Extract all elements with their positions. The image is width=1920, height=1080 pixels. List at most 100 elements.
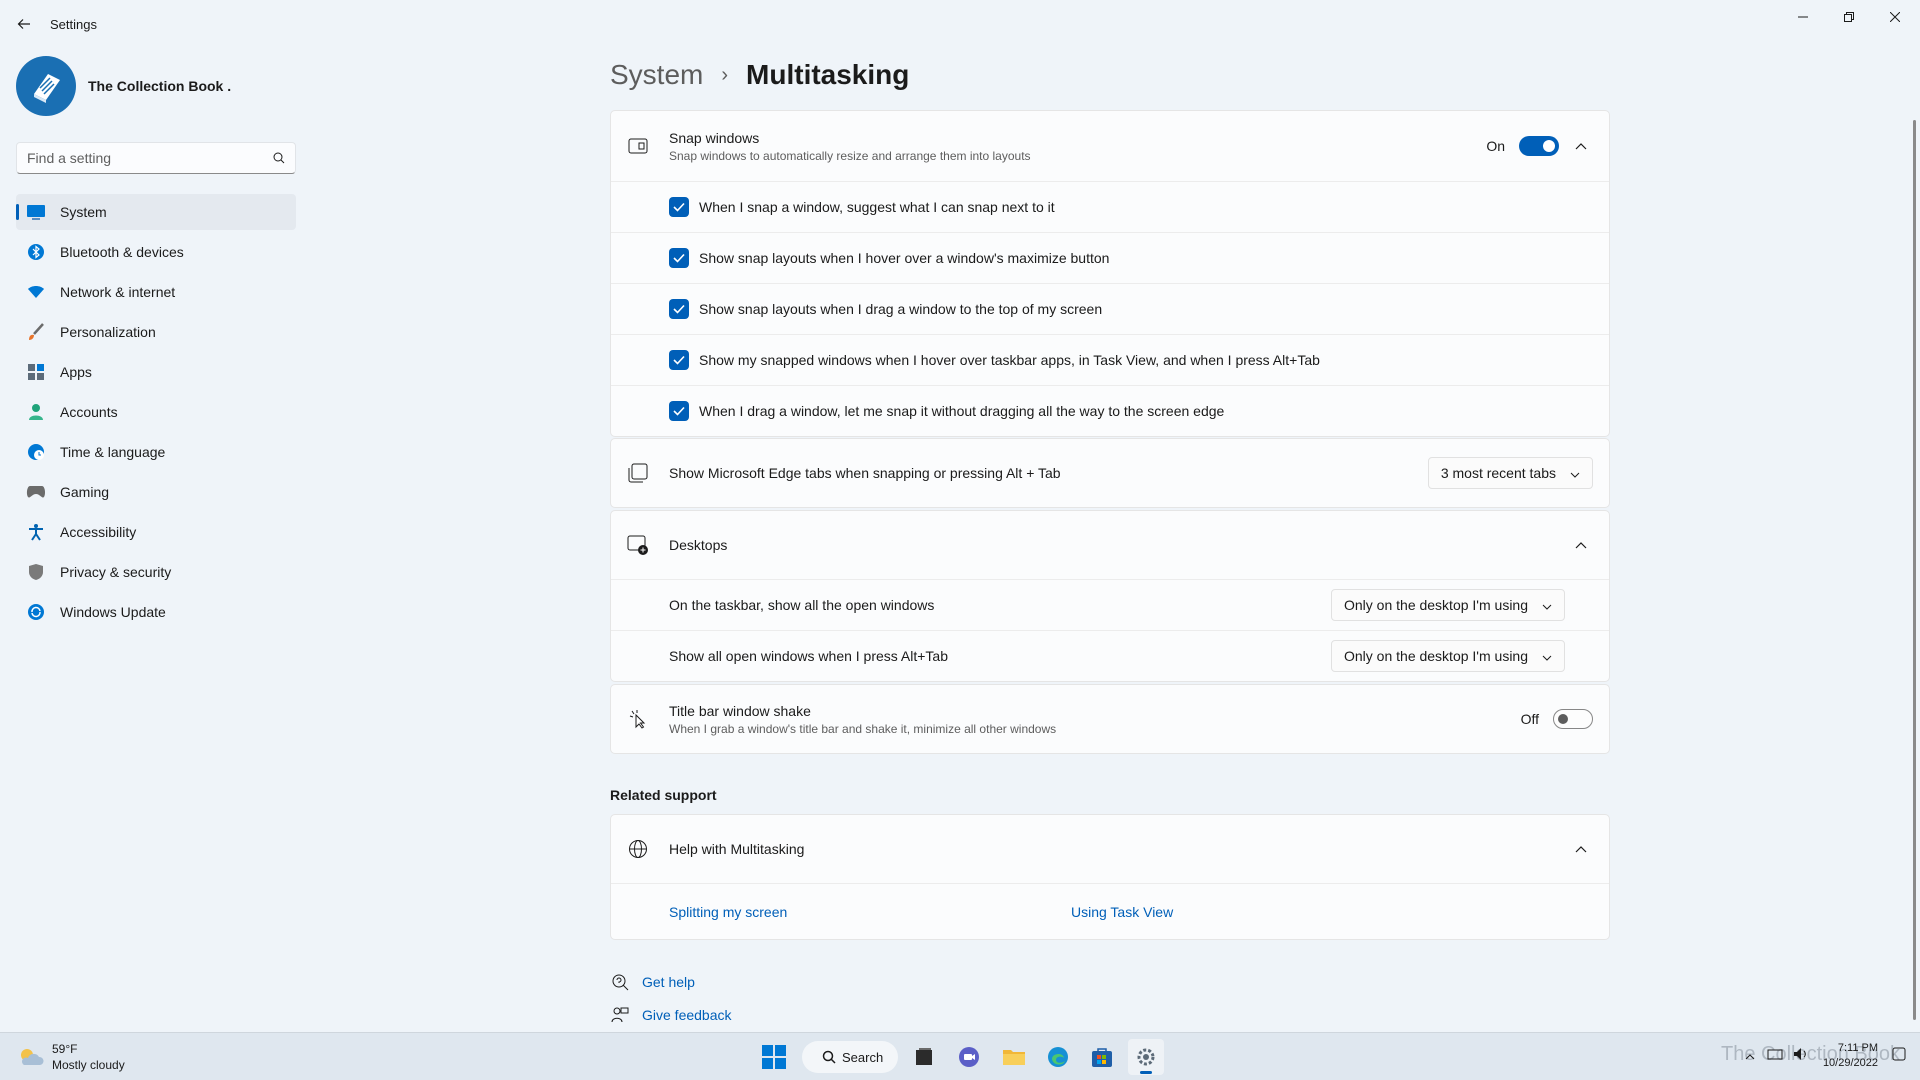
snap-option-row[interactable]: Show my snapped windows when I hover ove… bbox=[611, 334, 1609, 385]
snap-option-label: When I drag a window, let me snap it wit… bbox=[699, 403, 1225, 419]
sidebar-item-windows-update[interactable]: Windows Update bbox=[16, 594, 296, 630]
edge-tabs-dropdown[interactable]: 3 most recent tabs bbox=[1427, 457, 1593, 489]
network-icon[interactable] bbox=[1767, 1047, 1783, 1066]
chevron-down-icon bbox=[1542, 648, 1552, 664]
minimize-icon bbox=[1798, 16, 1808, 18]
get-help-row[interactable]: Get help bbox=[610, 972, 695, 992]
weather-temp: 59°F bbox=[52, 1042, 78, 1056]
chevron-up-icon[interactable] bbox=[1745, 1047, 1755, 1065]
monitor-icon bbox=[26, 202, 46, 222]
desktops-taskbar-value: Only on the desktop I'm using bbox=[1344, 597, 1528, 613]
snap-option-row[interactable]: When I snap a window, suggest what I can… bbox=[611, 181, 1609, 232]
sidebar-item-system[interactable]: System bbox=[16, 194, 296, 230]
clock[interactable]: 7:11 PM 10/29/2022 bbox=[1823, 1041, 1878, 1071]
snap-option-checkbox[interactable] bbox=[669, 350, 689, 370]
search-input[interactable] bbox=[27, 150, 273, 166]
tabs-icon bbox=[627, 462, 649, 484]
active-app-indicator bbox=[1140, 1071, 1152, 1074]
snap-windows-description: Snap windows to automatically resize and… bbox=[669, 148, 1031, 163]
feedback-icon bbox=[610, 1005, 630, 1025]
title-bar: Settings bbox=[0, 0, 1920, 46]
snap-option-label: When I snap a window, suggest what I can… bbox=[699, 199, 1055, 215]
give-feedback-row[interactable]: Give feedback bbox=[610, 1005, 732, 1025]
brush-icon bbox=[26, 322, 46, 342]
chevron-up-icon[interactable] bbox=[1569, 533, 1593, 557]
desktops-alttab-row: Show all open windows when I press Alt+T… bbox=[611, 630, 1609, 681]
close-icon bbox=[1890, 12, 1900, 22]
file-explorer-button[interactable] bbox=[996, 1039, 1032, 1075]
give-feedback-link[interactable]: Give feedback bbox=[642, 1007, 732, 1023]
breadcrumb-separator: › bbox=[721, 63, 729, 86]
book-icon bbox=[34, 74, 60, 103]
sidebar-item-accessibility[interactable]: Accessibility bbox=[16, 514, 296, 550]
sidebar-item-time-language[interactable]: Time & language bbox=[16, 434, 296, 470]
snap-option-row[interactable]: Show snap layouts when I drag a window t… bbox=[611, 283, 1609, 334]
desktops-taskbar-row: On the taskbar, show all the open window… bbox=[611, 579, 1609, 630]
get-help-link[interactable]: Get help bbox=[642, 974, 695, 990]
checkmark-icon bbox=[673, 202, 685, 212]
sidebar-item-label: Bluetooth & devices bbox=[60, 244, 184, 260]
search-icon bbox=[822, 1050, 836, 1064]
restore-button[interactable] bbox=[1826, 2, 1872, 32]
splitting-screen-link[interactable]: Splitting my screen bbox=[669, 904, 1071, 920]
snap-option-checkbox[interactable] bbox=[669, 197, 689, 217]
desktops-alttab-value: Only on the desktop I'm using bbox=[1344, 648, 1528, 664]
desktops-taskbar-dropdown[interactable]: Only on the desktop I'm using bbox=[1331, 589, 1565, 621]
sidebar-item-accounts[interactable]: Accounts bbox=[16, 394, 296, 430]
desktops-header[interactable]: Desktops bbox=[611, 511, 1609, 579]
chevron-up-icon[interactable] bbox=[1569, 837, 1593, 861]
snap-option-checkbox[interactable] bbox=[669, 401, 689, 421]
scrollbar[interactable] bbox=[1913, 120, 1916, 1020]
title-bar-shake-toggle[interactable] bbox=[1553, 709, 1593, 729]
close-button[interactable] bbox=[1872, 2, 1918, 32]
settings-search-box[interactable] bbox=[16, 142, 296, 174]
edge-tabs-value: 3 most recent tabs bbox=[1440, 465, 1556, 481]
back-arrow-icon bbox=[17, 19, 30, 29]
system-tray: 7:11 PM 10/29/2022 bbox=[1745, 1041, 1906, 1071]
accessibility-icon bbox=[26, 522, 46, 542]
notification-icon[interactable] bbox=[1892, 1047, 1906, 1066]
edge-button[interactable] bbox=[1040, 1039, 1076, 1075]
wifi-icon bbox=[26, 282, 46, 302]
snap-option-checkbox[interactable] bbox=[669, 299, 689, 319]
sidebar-item-personalization[interactable]: Personalization bbox=[16, 314, 296, 350]
breadcrumb-parent[interactable]: System bbox=[610, 59, 703, 91]
snap-option-row[interactable]: When I drag a window, let me snap it wit… bbox=[611, 385, 1609, 436]
snap-option-row[interactable]: Show snap layouts when I hover over a wi… bbox=[611, 232, 1609, 283]
teams-chat-button[interactable] bbox=[951, 1039, 987, 1075]
snap-window-icon bbox=[627, 135, 649, 157]
task-view-button[interactable] bbox=[906, 1039, 942, 1075]
sidebar-item-bluetooth[interactable]: Bluetooth & devices bbox=[16, 234, 296, 270]
using-task-view-link[interactable]: Using Task View bbox=[1071, 904, 1173, 920]
store-button[interactable] bbox=[1084, 1039, 1120, 1075]
checkmark-icon bbox=[673, 355, 685, 365]
snap-windows-header[interactable]: Snap windows Snap windows to automatical… bbox=[611, 111, 1609, 181]
gamepad-icon bbox=[26, 482, 46, 502]
desktops-alttab-dropdown[interactable]: Only on the desktop I'm using bbox=[1331, 640, 1565, 672]
snap-state-label: On bbox=[1486, 138, 1505, 154]
back-button[interactable] bbox=[10, 10, 38, 38]
apps-icon bbox=[26, 362, 46, 382]
windows-logo-icon bbox=[762, 1045, 786, 1069]
settings-taskbar-button[interactable] bbox=[1128, 1039, 1164, 1075]
snap-option-checkbox[interactable] bbox=[669, 248, 689, 268]
chevron-up-icon[interactable] bbox=[1569, 134, 1593, 158]
globe-clock-icon bbox=[26, 442, 46, 462]
start-button[interactable] bbox=[756, 1039, 792, 1075]
weather-widget[interactable]: 59°F Mostly cloudy bbox=[18, 1041, 125, 1073]
sidebar-item-label: Network & internet bbox=[60, 284, 176, 300]
user-profile[interactable]: The Collection Book . bbox=[16, 56, 231, 116]
sidebar-item-apps[interactable]: Apps bbox=[16, 354, 296, 390]
taskbar-search[interactable]: Search bbox=[802, 1041, 898, 1073]
snap-windows-toggle[interactable] bbox=[1519, 136, 1559, 156]
sidebar-item-gaming[interactable]: Gaming bbox=[16, 474, 296, 510]
snap-windows-title: Snap windows bbox=[669, 129, 760, 146]
help-multitasking-header[interactable]: Help with Multitasking bbox=[611, 815, 1609, 883]
minimize-button[interactable] bbox=[1780, 2, 1826, 32]
update-icon bbox=[26, 602, 46, 622]
help-links-row: Splitting my screen Using Task View bbox=[611, 883, 1609, 939]
sidebar-item-network[interactable]: Network & internet bbox=[16, 274, 296, 310]
sidebar-item-privacy[interactable]: Privacy & security bbox=[16, 554, 296, 590]
volume-icon[interactable] bbox=[1793, 1047, 1809, 1066]
snap-option-label: Show snap layouts when I hover over a wi… bbox=[699, 250, 1110, 266]
